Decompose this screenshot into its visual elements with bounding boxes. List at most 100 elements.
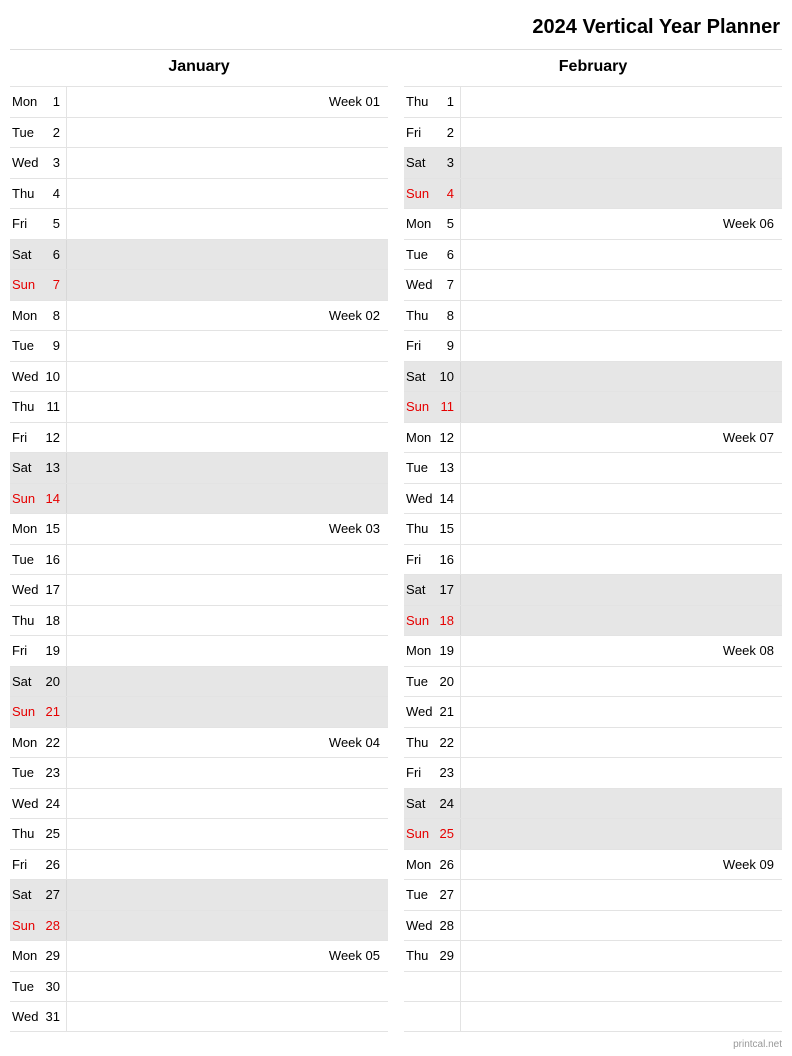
day-of-week: Sat (10, 247, 44, 262)
day-number: 4 (438, 186, 460, 201)
day-number: 26 (44, 857, 66, 872)
day-row: Fri16 (404, 544, 782, 575)
day-number: 27 (438, 887, 460, 902)
day-row: Mon1Week 01 (10, 86, 388, 117)
day-note: Week 07 (460, 423, 782, 453)
day-number: 14 (44, 491, 66, 506)
day-note (460, 789, 782, 819)
day-number: 26 (438, 857, 460, 872)
day-number: 30 (44, 979, 66, 994)
day-of-week: Tue (404, 674, 438, 689)
day-number: 5 (438, 216, 460, 231)
day-number: 25 (438, 826, 460, 841)
day-of-week: Thu (404, 735, 438, 750)
day-number: 7 (438, 277, 460, 292)
day-of-week: Thu (10, 399, 44, 414)
day-row: Sun7 (10, 269, 388, 300)
day-number: 3 (44, 155, 66, 170)
day-row: Thu15 (404, 513, 782, 544)
day-note (460, 148, 782, 178)
day-note (66, 240, 388, 270)
day-number: 1 (438, 94, 460, 109)
day-note: Week 08 (460, 636, 782, 666)
day-of-week: Sat (10, 887, 44, 902)
day-note (66, 148, 388, 178)
day-note: Week 03 (66, 514, 388, 544)
day-of-week: Wed (10, 155, 44, 170)
day-of-week: Sat (10, 460, 44, 475)
day-of-week: Wed (404, 277, 438, 292)
day-note (66, 667, 388, 697)
day-note (460, 179, 782, 209)
day-of-week: Thu (404, 94, 438, 109)
day-number: 23 (44, 765, 66, 780)
day-note (66, 484, 388, 514)
day-of-week: Sun (404, 613, 438, 628)
day-of-week: Wed (404, 704, 438, 719)
day-number: 6 (438, 247, 460, 262)
day-number: 19 (438, 643, 460, 658)
day-note (460, 87, 782, 117)
day-note (460, 667, 782, 697)
day-of-week: Tue (10, 979, 44, 994)
day-note: Week 02 (66, 301, 388, 331)
day-row: Thu11 (10, 391, 388, 422)
day-of-week: Tue (404, 887, 438, 902)
day-note (66, 911, 388, 941)
day-number: 16 (44, 552, 66, 567)
day-row: Tue13 (404, 452, 782, 483)
day-note (66, 331, 388, 361)
day-number: 15 (438, 521, 460, 536)
day-note (66, 179, 388, 209)
day-row: Wed17 (10, 574, 388, 605)
day-note (460, 301, 782, 331)
day-of-week: Sun (10, 918, 44, 933)
day-of-week: Wed (10, 369, 44, 384)
day-row: Thu29 (404, 940, 782, 971)
day-number: 24 (438, 796, 460, 811)
day-row: Thu1 (404, 86, 782, 117)
day-note (460, 118, 782, 148)
day-note (66, 850, 388, 880)
day-number: 2 (438, 125, 460, 140)
day-of-week: Sat (404, 582, 438, 597)
day-number: 21 (438, 704, 460, 719)
day-row: Wed7 (404, 269, 782, 300)
day-number: 8 (44, 308, 66, 323)
day-row: Mon12Week 07 (404, 422, 782, 453)
day-note: Week 01 (66, 87, 388, 117)
day-number: 24 (44, 796, 66, 811)
day-note (460, 331, 782, 361)
day-number: 11 (438, 399, 460, 414)
day-number: 11 (44, 399, 66, 414)
day-row: Fri19 (10, 635, 388, 666)
day-note (66, 1002, 388, 1031)
day-number: 3 (438, 155, 460, 170)
day-number: 15 (44, 521, 66, 536)
month-header: January (10, 50, 388, 86)
day-row: Sat20 (10, 666, 388, 697)
day-note (66, 453, 388, 483)
day-row: Fri5 (10, 208, 388, 239)
day-number: 29 (438, 948, 460, 963)
day-number: 10 (44, 369, 66, 384)
day-note (66, 636, 388, 666)
day-of-week: Thu (10, 613, 44, 628)
day-of-week: Mon (10, 308, 44, 323)
day-of-week: Mon (10, 521, 44, 536)
day-number: 16 (438, 552, 460, 567)
day-note (460, 911, 782, 941)
day-row: Tue30 (10, 971, 388, 1002)
day-of-week: Sat (404, 796, 438, 811)
day-number: 13 (438, 460, 460, 475)
day-row: Thu8 (404, 300, 782, 331)
day-note (66, 423, 388, 453)
day-of-week: Sun (10, 704, 44, 719)
day-note (460, 697, 782, 727)
day-number: 19 (44, 643, 66, 658)
day-row: Sat27 (10, 879, 388, 910)
day-of-week: Sun (404, 399, 438, 414)
day-number: 14 (438, 491, 460, 506)
day-number: 9 (44, 338, 66, 353)
day-note (66, 972, 388, 1002)
